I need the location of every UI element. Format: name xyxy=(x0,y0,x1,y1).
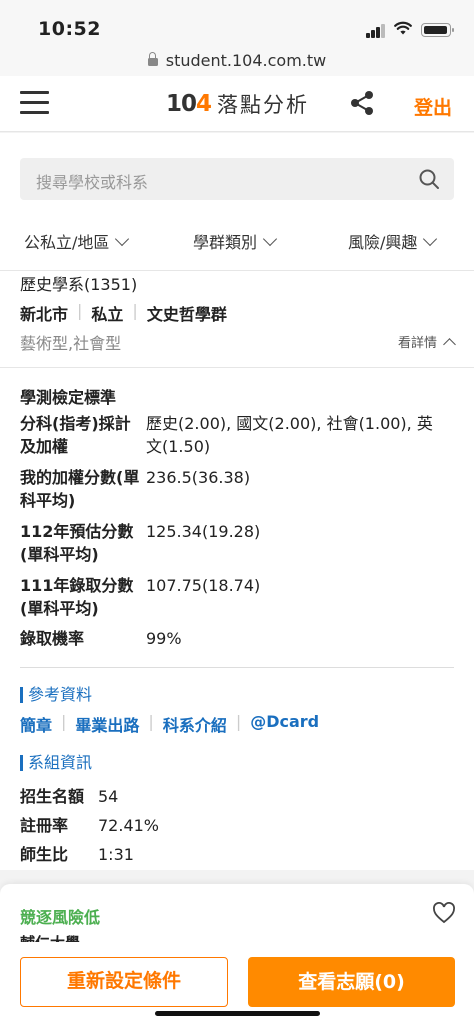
ownership-tag: 私立 xyxy=(91,305,124,324)
logout-button[interactable]: 登出 xyxy=(414,93,452,120)
row-label: 我的加權分數(單科平均) xyxy=(20,468,140,510)
filter-bar: 公私立/地區 學群類別 風險/興趣 xyxy=(0,229,474,259)
link-dcard[interactable]: @Dcard xyxy=(250,712,319,736)
chevron-down-icon xyxy=(115,231,130,247)
info-row: 招生名額 54 xyxy=(20,783,118,807)
status-time: 10:52 xyxy=(38,18,101,40)
score-row: 分科(指考)採計及加權 歷史(2.00), 國文(2.00), 社會(1.00)… xyxy=(20,412,460,460)
filter-category[interactable]: 學群類別 xyxy=(193,229,278,253)
divider xyxy=(0,367,474,368)
standard-title: 學測檢定標準 xyxy=(20,388,117,407)
page-title: 落點分析 xyxy=(217,93,310,117)
wifi-icon xyxy=(394,21,412,35)
risk-label: 競逐風險低 xyxy=(20,908,101,927)
status-bar: 10:52 xyxy=(0,0,474,46)
personality-types: 藝術型,社會型 xyxy=(20,334,122,353)
score-row: 錄取機率 99% xyxy=(20,627,460,651)
home-indicator[interactable] xyxy=(155,1011,320,1016)
row-value: 107.75(18.74) xyxy=(146,576,261,595)
bottom-action-bar: 重新設定條件 查看志願(0) xyxy=(0,946,474,1024)
row-value: 99% xyxy=(146,629,182,648)
detail-toggle[interactable]: 看詳情 xyxy=(398,332,456,351)
row-label: 分科(指考)採計及加權 xyxy=(20,414,131,456)
address-bar[interactable]: student.104.com.tw xyxy=(0,46,474,76)
city-tag: 新北市 xyxy=(20,305,69,324)
info-label: 師生比 xyxy=(20,845,69,864)
search-panel: 搜尋學校或科系 公私立/地區 學群類別 風險/興趣 xyxy=(0,133,474,270)
references-title: 參考資料 xyxy=(20,687,92,703)
row-value: 歷史(2.00), 國文(2.00), 社會(1.00), 英文(1.50) xyxy=(146,414,433,456)
battery-icon xyxy=(421,23,454,37)
filter-region[interactable]: 公私立/地區 xyxy=(24,229,130,253)
info-row: 師生比 1:31 xyxy=(20,841,134,865)
logo: 104 xyxy=(166,91,212,117)
reference-links: 簡章 | 畢業出路 | 科系介紹 | @Dcard xyxy=(20,712,320,736)
info-value: 54 xyxy=(98,787,119,806)
hamburger-menu-icon[interactable] xyxy=(20,91,49,115)
app-header: 104 落點分析 登出 xyxy=(0,76,474,132)
share-icon[interactable] xyxy=(348,89,376,117)
score-row: 112年預估分數(單科平均) 125.34(19.28) xyxy=(20,520,460,568)
score-row: 111年錄取分數(單科平均) 107.75(18.74) xyxy=(20,574,460,622)
info-label: 招生名額 xyxy=(20,787,85,806)
link-brochure[interactable]: 簡章 xyxy=(20,712,52,736)
info-title: 系組資訊 xyxy=(20,755,92,771)
chevron-up-icon xyxy=(443,338,456,351)
link-intro[interactable]: 科系介紹 xyxy=(163,712,227,736)
row-label: 112年預估分數(單科平均) xyxy=(20,522,134,564)
reset-conditions-button[interactable]: 重新設定條件 xyxy=(20,957,228,1007)
info-row: 註冊率 72.41% xyxy=(20,812,159,836)
info-label: 註冊率 xyxy=(20,816,69,835)
divider xyxy=(20,667,454,668)
search-placeholder: 搜尋學校或科系 xyxy=(36,173,149,192)
row-label: 111年錄取分數(單科平均) xyxy=(20,576,134,618)
result-card: 歷史學系(1351) 新北市 | 私立 | 文史哲學群 藝術型,社會型 看詳情 學測… xyxy=(0,270,474,870)
search-icon[interactable] xyxy=(418,168,440,190)
row-value: 236.5(36.38) xyxy=(146,468,251,487)
chevron-down-icon xyxy=(262,231,278,247)
school-name: 輔仁大學 xyxy=(20,932,80,942)
info-value: 1:31 xyxy=(98,845,134,864)
department-name[interactable]: 歷史學系(1351) xyxy=(20,271,137,295)
view-choices-button[interactable]: 查看志願(0) xyxy=(248,957,455,1007)
cellular-signal-icon xyxy=(366,24,386,38)
department-tags: 新北市 | 私立 | 文史哲學群 xyxy=(20,301,227,324)
filter-risk[interactable]: 風險/興趣 xyxy=(348,229,438,253)
heart-icon[interactable] xyxy=(432,902,456,924)
brand[interactable]: 104 落點分析 xyxy=(166,89,309,119)
row-label: 錄取機率 xyxy=(20,629,85,648)
link-career[interactable]: 畢業出路 xyxy=(75,712,139,736)
group-tag: 文史哲學群 xyxy=(146,305,227,324)
chevron-down-icon xyxy=(423,231,438,247)
address-url: student.104.com.tw xyxy=(165,51,327,70)
search-input[interactable]: 搜尋學校或科系 xyxy=(20,158,454,200)
row-value: 125.34(19.28) xyxy=(146,522,261,541)
lock-icon xyxy=(147,52,158,67)
info-value: 72.41% xyxy=(98,816,160,835)
score-row: 我的加權分數(單科平均) 236.5(36.38) xyxy=(20,466,460,514)
